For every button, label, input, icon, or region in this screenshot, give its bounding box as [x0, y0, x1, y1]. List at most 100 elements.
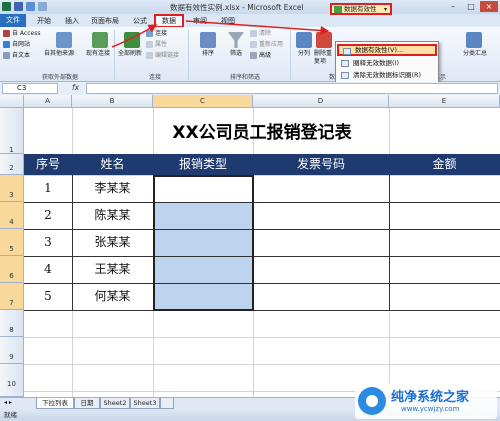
edit-links-button[interactable]: 编辑链接 [146, 52, 179, 60]
group-separator [114, 30, 115, 80]
group-sort-filter-label: 排序和筛选 [229, 74, 260, 81]
gridline [24, 364, 500, 365]
row-header-10[interactable]: 10 [0, 364, 24, 397]
properties-button[interactable]: 属性 [146, 41, 167, 49]
text-to-columns-icon [296, 32, 312, 48]
advanced-button[interactable]: 高级 [250, 52, 271, 60]
remove-duplicates-icon [316, 32, 332, 48]
reapply-button[interactable]: 重新应用 [250, 41, 283, 49]
header-cell-no[interactable]: 序号 [24, 154, 72, 175]
data-validation-button[interactable]: 数据有效性 ▾ [330, 3, 392, 15]
select-all-corner[interactable] [0, 95, 24, 108]
tab-view[interactable]: 视图 [216, 15, 240, 27]
menu-item-data-validation[interactable]: 数据有效性(V)... [337, 44, 437, 56]
tab-data[interactable]: 数据 [154, 14, 184, 28]
filter-button[interactable]: 筛选 [230, 50, 242, 58]
row-header-2[interactable]: 2 [0, 154, 24, 175]
undo-icon[interactable] [26, 2, 35, 11]
clear-button[interactable]: 清除 [250, 30, 271, 38]
from-access-button[interactable]: 自 Access [3, 30, 40, 38]
existing-connections-button[interactable]: 现有连接 [86, 50, 110, 58]
name-box[interactable]: C3 [2, 83, 58, 94]
table-header-row: 序号 姓名 报销类型 发票号码 金额 [24, 154, 500, 175]
selection-outline [153, 175, 254, 311]
formula-input[interactable] [86, 83, 498, 94]
tab-home[interactable]: 开始 [32, 15, 56, 27]
maximize-button[interactable]: □ [462, 1, 480, 12]
edit-links-icon [146, 52, 153, 59]
row-header-6[interactable]: 6 [0, 256, 24, 283]
connections-icon [146, 30, 153, 37]
gridline [24, 337, 500, 338]
connections-button[interactable]: 连接 [146, 30, 167, 38]
row-header-1[interactable]: 1 [0, 108, 24, 154]
row-header-5[interactable]: 5 [0, 229, 24, 256]
tab-review[interactable]: 审阅 [188, 15, 212, 27]
cell-name[interactable]: 张某某 [72, 229, 153, 256]
refresh-all-button[interactable]: 全部刷新 [118, 50, 142, 58]
header-cell-invoice[interactable]: 发票号码 [253, 154, 389, 175]
table-border [24, 310, 500, 311]
menu-item-clear-circles[interactable]: 清除无效数据标识圈(R) [337, 70, 437, 81]
group-connections-label: 连接 [148, 74, 161, 81]
data-validation-icon [343, 48, 351, 55]
access-icon [3, 30, 10, 37]
close-button[interactable]: × [480, 1, 498, 12]
sort-button[interactable]: 排序 [202, 50, 214, 58]
column-header-a[interactable]: A [24, 95, 72, 108]
subtotal-icon [466, 32, 482, 48]
row-header-8[interactable]: 8 [0, 310, 24, 337]
row-header-3[interactable]: 3 [0, 175, 24, 202]
clear-circles-icon [341, 72, 349, 79]
window-title: 数据有效性实例.xlsx - Microsoft Excel [170, 3, 304, 12]
other-sources-button[interactable]: 自其他来源 [44, 50, 74, 58]
sheet-title: XX公司员工报销登记表 [172, 123, 352, 143]
sheet-nav-icon[interactable]: ◂ ▸ [4, 399, 12, 406]
ribbon-tabs: 文件 开始 插入 页面布局 公式 数据 审阅 视图 [0, 14, 500, 28]
save-icon[interactable] [14, 2, 23, 11]
row-header-4[interactable]: 4 [0, 202, 24, 229]
header-cell-type[interactable]: 报销类型 [153, 154, 253, 175]
sheet-tab-date[interactable]: 日期 [74, 398, 100, 409]
tab-formulas[interactable]: 公式 [128, 15, 152, 27]
cell-no[interactable]: 5 [24, 283, 72, 310]
subtotal-button[interactable]: 分类汇总 [463, 50, 487, 58]
tab-file[interactable]: 文件 [0, 14, 26, 27]
header-cell-amount[interactable]: 金额 [389, 154, 500, 175]
column-header-b[interactable]: B [72, 95, 153, 108]
sheet-tab-sheet2[interactable]: Sheet2 [100, 398, 130, 409]
circle-invalid-icon [341, 60, 349, 67]
cell-name[interactable]: 王某某 [72, 256, 153, 283]
tab-page-layout[interactable]: 页面布局 [88, 15, 122, 27]
column-header-e[interactable]: E [389, 95, 500, 108]
column-header-c[interactable]: C [153, 95, 253, 108]
cell-no[interactable]: 2 [24, 202, 72, 229]
insert-sheet-icon[interactable] [160, 398, 174, 409]
column-header-d[interactable]: D [253, 95, 389, 108]
title-bar: 数据有效性实例.xlsx - Microsoft Excel – □ × [0, 0, 500, 14]
formula-bar: C3 fx [0, 82, 500, 95]
cell-no[interactable]: 4 [24, 256, 72, 283]
table-border [24, 229, 500, 230]
from-web-button[interactable]: 自网站 [3, 41, 30, 49]
minimize-button[interactable]: – [444, 1, 462, 12]
text-to-columns-button[interactable]: 分列 [298, 50, 310, 58]
sheet-tab-sheet3[interactable]: Sheet3 [130, 398, 160, 409]
data-validation-menu: 数据有效性(V)... 圈释无效数据(I) 清除无效数据标识圈(R) [335, 41, 439, 84]
redo-icon[interactable] [38, 2, 47, 11]
row-header-9[interactable]: 9 [0, 337, 24, 364]
cell-no[interactable]: 1 [24, 175, 72, 202]
from-text-button[interactable]: 自文本 [3, 52, 30, 60]
cell-name[interactable]: 陈某某 [72, 202, 153, 229]
cell-name[interactable]: 何某某 [72, 283, 153, 310]
tab-insert[interactable]: 插入 [60, 15, 84, 27]
sheet-tab-dropdown-list[interactable]: 下拉列表 [36, 398, 74, 409]
cell-no[interactable]: 3 [24, 229, 72, 256]
cell-name[interactable]: 李某某 [72, 175, 153, 202]
menu-item-circle-invalid[interactable]: 圈释无效数据(I) [337, 58, 437, 69]
row-header-7[interactable]: 7 [0, 283, 24, 310]
properties-icon [146, 41, 153, 48]
header-cell-name[interactable]: 姓名 [72, 154, 153, 175]
insert-function-icon[interactable]: fx [72, 83, 79, 92]
remove-duplicates-button[interactable]: 删除重复项 [314, 50, 334, 66]
